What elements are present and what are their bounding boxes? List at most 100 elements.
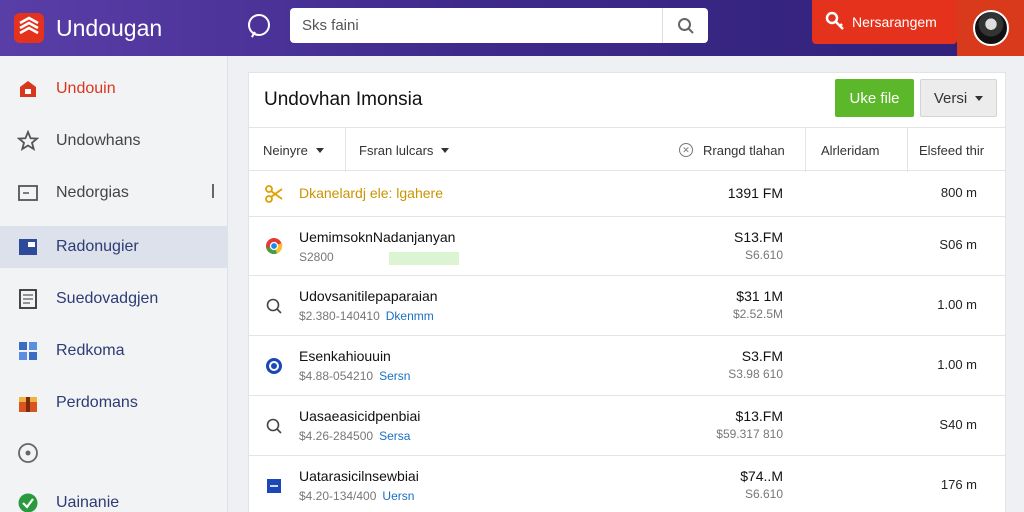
sidebar-item-redkoma[interactable]: Redkoma <box>0 330 228 372</box>
table-row[interactable]: Dkanelardj ele: lgahere 1391 FM 800 m <box>249 171 1005 217</box>
brand[interactable]: Undougan <box>12 8 162 48</box>
row-amount-secondary: S6.610 <box>744 487 783 501</box>
sidebar-item-label: Perdomans <box>56 394 138 411</box>
sidebar-item-label: Suedovadgjen <box>56 290 159 307</box>
page-title: Undovhan Imonsia <box>264 89 423 110</box>
row-sub-text: $4.88-054210 <box>299 369 374 383</box>
header-divider <box>805 128 806 172</box>
sidebar: Undouin Undowhans Nedorgias Radonugier S… <box>0 56 228 512</box>
divider-mark <box>212 184 214 198</box>
star-icon <box>16 129 40 153</box>
chevron-down-icon <box>975 95 984 101</box>
row-sub-text: $2.380-140410 <box>299 309 380 323</box>
column-filter-2-label: Fsran lulcars <box>359 142 434 158</box>
table-row[interactable]: Udovsanitilepaparaian $2.380-140410 Dkenm… <box>249 276 1005 336</box>
key-icon <box>824 10 846 35</box>
column-filter-2[interactable]: Fsran lulcars <box>359 128 450 172</box>
column-header-4[interactable]: Alrleridam <box>821 128 880 172</box>
avatar[interactable] <box>972 10 1009 46</box>
row-tag[interactable]: Sersn <box>379 369 410 383</box>
highlight-bar <box>389 252 459 265</box>
row-sub-text: $4.20-134/400 <box>299 489 377 503</box>
document-icon <box>16 287 40 311</box>
row-amount: 1391 FM <box>727 185 783 201</box>
row-name: Dkanelardj ele: lgahere <box>299 185 443 201</box>
table-header: Neinyre Fsran lulcars ✕ Rrangd tlahan Al… <box>249 127 1005 172</box>
column-filter-1[interactable]: Neinyre <box>263 128 324 172</box>
search-input[interactable] <box>290 8 662 43</box>
row-sub: S2800 <box>299 250 334 264</box>
sidebar-item-label: Nedorgias <box>56 184 129 201</box>
sidebar-item-radonugier[interactable]: Radonugier <box>0 226 228 268</box>
column-header-3[interactable]: ✕ Rrangd tlahan <box>679 128 785 172</box>
row-sub-text: $4.26-284500 <box>299 429 374 443</box>
ring-icon <box>265 357 283 375</box>
circle-icon <box>16 441 40 465</box>
version-dropdown-label: Versi <box>933 89 968 107</box>
top-action-button[interactable]: Nersarangem <box>812 0 957 44</box>
avatar-container[interactable] <box>957 0 1024 56</box>
search-button[interactable] <box>662 8 708 43</box>
folder-icon <box>16 235 40 259</box>
scissors-icon <box>265 185 283 203</box>
table-row[interactable]: Uasaeasicidpenbiai $4.26-284500 Sersa $13… <box>249 396 1005 456</box>
sidebar-item-undouin[interactable]: Undouin <box>0 68 228 110</box>
sidebar-item-label: Undouin <box>56 80 116 97</box>
row-amount: S3.FM <box>741 348 783 364</box>
search-icon <box>677 17 694 34</box>
row-name: Esenkahiouuin <box>299 348 391 364</box>
check-circle-icon <box>16 491 40 512</box>
row-tag[interactable]: Dkenmm <box>386 309 434 323</box>
row-amount-secondary: S6.610 <box>744 248 783 262</box>
version-dropdown[interactable]: Versi <box>920 79 997 117</box>
header-divider <box>345 128 346 172</box>
row-name: Udovsanitilepaparaian <box>299 288 438 304</box>
column-header-3-label: Rrangd tlahan <box>703 142 785 158</box>
row-amount-secondary: $59.317 810 <box>716 427 783 441</box>
grid-icon <box>16 339 40 363</box>
upload-file-button[interactable]: Uke file <box>835 79 914 117</box>
clear-icon: ✕ <box>679 143 693 157</box>
sidebar-item-circle[interactable] <box>0 432 228 474</box>
top-action-label: Nersarangem <box>852 14 937 30</box>
header-divider <box>907 128 908 172</box>
row-amount-secondary: S3.98 610 <box>728 367 783 381</box>
sidebar-item-nedorgias[interactable]: Nedorgias <box>0 172 228 214</box>
row-amount: $31 1M <box>736 288 783 304</box>
sidebar-item-label: Uainanie <box>56 494 120 511</box>
app-logo-icon <box>12 11 46 45</box>
chat-icon[interactable] <box>248 14 270 36</box>
search-bar <box>290 8 708 43</box>
home-icon <box>16 77 40 101</box>
row-sub: $4.26-284500 Sersa <box>299 429 410 443</box>
sidebar-item-uainanie[interactable]: Uainanie <box>0 482 228 512</box>
table-row[interactable]: UemimsoknNadanjanyan S2800 S13.FM S6.610… <box>249 217 1005 276</box>
column-header-5[interactable]: Elsfeed thir <box>919 128 984 172</box>
window-icon <box>16 181 40 205</box>
row-amount: $74..M <box>740 468 783 484</box>
sidebar-item-suedovadgjen[interactable]: Suedovadgjen <box>0 278 228 320</box>
row-last: 800 m <box>940 185 977 200</box>
row-tag[interactable]: Uersn <box>382 489 414 503</box>
chevron-down-icon <box>441 147 450 153</box>
row-amount-secondary: $2.52.5M <box>732 307 783 321</box>
chevron-down-icon <box>315 147 324 153</box>
row-sub: $4.20-134/400 Uersn <box>299 489 414 503</box>
app-title: Undougan <box>56 14 163 41</box>
row-sub: $2.380-140410 Dkenmm <box>299 309 434 323</box>
row-name: UemimsoknNadanjanyan <box>299 229 456 245</box>
row-name: Uasaeasicidpenbiai <box>299 408 421 424</box>
sidebar-item-perdomans[interactable]: Perdomans <box>0 382 228 424</box>
sidebar-item-label: Radonugier <box>56 238 139 255</box>
search-icon <box>265 417 283 435</box>
sidebar-item-undowhans[interactable]: Undowhans <box>0 120 228 162</box>
chrome-icon <box>265 237 283 255</box>
square-icon <box>265 477 283 495</box>
row-sub: $4.88-054210 Sersn <box>299 369 410 383</box>
table-row[interactable]: Esenkahiouuin $4.88-054210 Sersn S3.FM S3… <box>249 336 1005 396</box>
sidebar-item-label: Redkoma <box>56 342 125 359</box>
row-last: 1.00 m <box>937 297 977 312</box>
table-row[interactable]: Uatarasicilnsewbiai $4.20-134/400 Uersn $… <box>249 456 1005 512</box>
row-tag[interactable]: Sersa <box>379 429 410 443</box>
top-bar: Undougan Nersarangem <box>0 0 1024 56</box>
